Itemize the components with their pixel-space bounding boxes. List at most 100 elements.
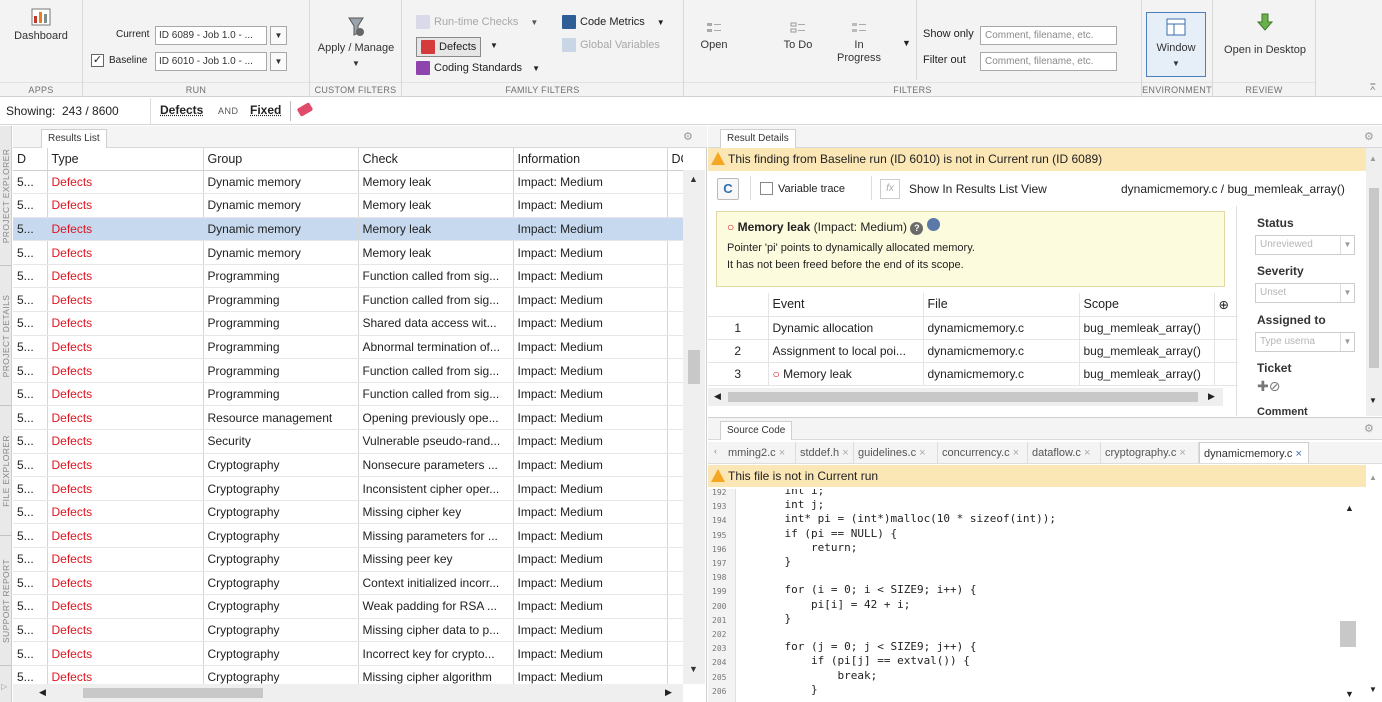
active-filter-chip-fixed[interactable]: Fixed [250,103,281,117]
file-tab[interactable]: cryptography.c × [1101,442,1199,464]
table-row[interactable]: 5... Defects Dynamic memory Memory leak Impa… [13,170,683,194]
filters-more-dropdown[interactable]: ▼ [902,38,911,48]
collapse-ribbon-icon[interactable]: ⩞ [1370,82,1375,93]
open-in-desktop-button[interactable]: Open in Desktop [1217,12,1313,57]
scroll-up-arrow-icon[interactable]: ▲ [689,174,698,184]
close-icon[interactable]: × [776,447,785,459]
scroll-down-arrow-icon[interactable]: ▼ [1369,396,1377,405]
active-filter-chip-defects[interactable]: Defects [160,103,203,117]
table-row[interactable]: 5... Defects Security Vulnerable pseudo-ran… [13,430,683,454]
results-hscroll-thumb[interactable] [83,688,263,698]
table-row[interactable]: 5... Defects Cryptography Missing cipher da… [13,618,683,642]
results-col-5[interactable]: DO [667,148,683,170]
event-row[interactable]: 1 Dynamic allocation dynamicmemory.c bug_me… [708,316,1238,339]
table-row[interactable]: 5... Defects Programming Function called fr… [13,359,683,383]
status-select[interactable]: Unreviewed ▼ [1255,235,1355,255]
table-row[interactable]: 5... Defects Programming Abnormal terminati… [13,335,683,359]
refresh-icon[interactable]: C [717,178,739,200]
open-filter-button[interactable]: Open [692,22,736,52]
defects-toggle[interactable]: Defects [416,37,481,57]
scroll-up-arrow-icon[interactable]: ▲ [1369,154,1377,163]
global-variables-toggle[interactable]: Global Variables [562,38,660,52]
table-row[interactable]: 5... Defects Cryptography Missing cipher al… [13,665,683,684]
close-icon[interactable]: × [1292,448,1301,460]
table-row[interactable]: 5... Defects Dynamic memory Memory leak Impa… [13,194,683,218]
eraser-clear-filters-icon[interactable] [297,102,314,117]
variable-trace-checkbox[interactable] [760,182,773,195]
scroll-left-arrow-icon[interactable]: ◀ [714,391,721,402]
events-horizontal-scrollbar[interactable]: ◀ ▶ [708,388,1223,406]
show-in-results-list-link[interactable]: Show In Results List View [909,182,1047,196]
results-horizontal-scrollbar[interactable]: ◀ ▶ [13,684,683,702]
panel-options-icon[interactable]: ⚙ [1364,130,1374,143]
table-row[interactable]: 5... Defects Cryptography Nonsecure paramet… [13,453,683,477]
help-icon[interactable]: ? [910,222,923,235]
current-run-dropdown[interactable]: ▼ [270,26,287,45]
link-out-icon[interactable] [927,218,940,231]
results-scroll-thumb[interactable] [688,350,700,384]
tab-project-explorer[interactable]: PROJECT EXPLORER [0,126,12,266]
table-row[interactable]: 5... Defects Cryptography Missing parameter… [13,524,683,548]
results-col-0[interactable]: D [13,148,47,170]
close-icon[interactable]: × [839,447,848,459]
code-editor[interactable]: 192 int i; 193 int j; 194 int* pi = (int*)… [708,489,1338,702]
results-col-3[interactable]: Check [358,148,513,170]
window-button[interactable]: Window ▼ [1146,12,1206,77]
table-row[interactable]: 5... Defects Cryptography Incorrect key for… [13,642,683,666]
events-col-file[interactable]: File [923,293,1079,316]
defects-dropdown[interactable]: ▼ [490,41,498,50]
runtime-checks-toggle[interactable]: Run-time Checks ▼ [416,15,538,29]
coding-standards-toggle[interactable]: Coding Standards ▼ [416,61,540,75]
apply-manage-button[interactable]: Apply / Manage ▼ [314,16,398,70]
scroll-down-arrow-icon[interactable]: ▼ [1345,689,1354,699]
details-vertical-scrollbar[interactable]: ▲ ▼ [1366,148,1382,416]
results-col-4[interactable]: Information [513,148,667,170]
add-column-icon[interactable]: ⊕ [1214,293,1238,316]
code-vertical-scrollbar[interactable]: ▲ ▼ [1336,489,1366,702]
tabs-scroll-left-icon[interactable]: ‹ [714,446,717,456]
panel-options-icon[interactable]: ⚙ [1364,422,1374,435]
baseline-checkbox[interactable]: ✓ [91,54,104,67]
tab-result-details[interactable]: Result Details [720,129,796,148]
todo-filter-button[interactable]: To Do [776,22,820,52]
add-ticket-link-icon[interactable]: ✚⊘ [1257,378,1280,395]
table-row[interactable]: 5... Defects Cryptography Inconsistent ciph… [13,477,683,501]
file-tab[interactable]: guidelines.c × [854,442,938,464]
filter-out-input[interactable]: Comment, filename, etc. [980,52,1117,71]
scroll-right-arrow-icon[interactable]: ▶ [665,687,672,698]
close-icon[interactable]: × [1010,447,1019,459]
table-row[interactable]: 5... Defects Cryptography Missing peer key I… [13,548,683,572]
tab-source-code[interactable]: Source Code [720,421,792,440]
file-tab[interactable]: stddef.h × [796,442,854,464]
events-col-event[interactable]: Event [768,293,923,316]
table-row[interactable]: 5... Defects Programming Shared data access… [13,312,683,336]
scroll-left-arrow-icon[interactable]: ◀ [39,687,46,698]
file-tab[interactable]: dataflow.c × [1028,442,1101,464]
file-tab[interactable]: concurrency.c × [938,442,1028,464]
scroll-right-arrow-icon[interactable]: ▶ [1208,391,1215,402]
table-row[interactable]: 5... Defects Dynamic memory Memory leak Impa… [13,241,683,265]
in-progress-filter-button[interactable]: In Progress [834,22,884,65]
code-metrics-toggle[interactable]: Code Metrics ▼ [562,15,665,29]
table-row[interactable]: 5... Defects Dynamic memory Memory leak Impa… [13,217,683,241]
panel-options-icon[interactable]: ⚙ [683,130,693,143]
severity-select[interactable]: Unset ▼ [1255,283,1355,303]
table-row[interactable]: 5... Defects Cryptography Weak padding for … [13,595,683,619]
tab-results-list[interactable]: Results List [41,129,107,148]
scroll-down-arrow-icon[interactable]: ▼ [689,664,698,674]
source-outer-scrollbar[interactable]: ▲ ▼ [1366,465,1382,702]
assigned-to-input[interactable]: Type userna ▼ [1255,332,1355,352]
fx-icon[interactable]: fx [880,179,900,199]
table-row[interactable]: 5... Defects Cryptography Missing cipher ke… [13,500,683,524]
close-icon[interactable]: × [1081,447,1090,459]
results-vertical-scrollbar[interactable]: ▲ ▼ [683,170,705,684]
results-col-2[interactable]: Group [203,148,358,170]
table-row[interactable]: 5... Defects Cryptography Context initializ… [13,571,683,595]
file-tab[interactable]: mming2.c × [724,442,796,464]
tab-project-details[interactable]: PROJECT DETAILS [0,266,12,406]
baseline-run-dropdown[interactable]: ▼ [270,52,287,71]
results-col-1[interactable]: Type [47,148,203,170]
event-row[interactable]: 2 Assignment to local poi... dynamicmemory… [708,339,1238,362]
baseline-run-select[interactable]: ID 6010 - Job 1.0 - ... [155,52,267,71]
table-row[interactable]: 5... Defects Programming Function called fr… [13,288,683,312]
